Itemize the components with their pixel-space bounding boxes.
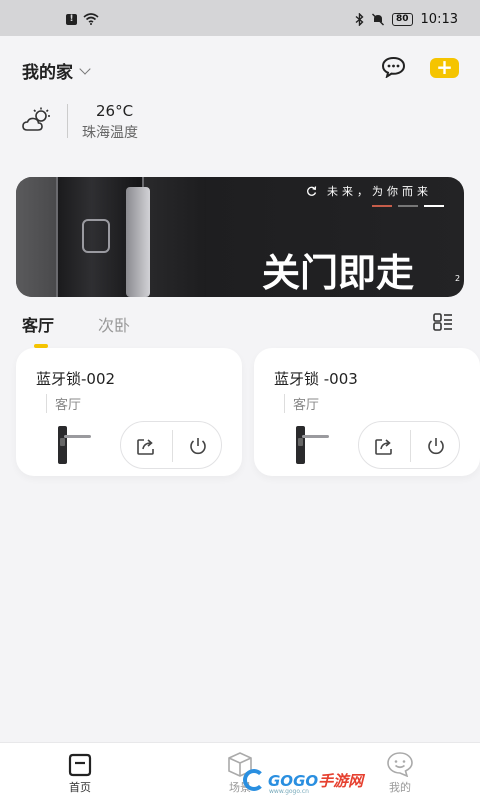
device-actions: [120, 421, 222, 469]
banner-tagline: 未来，为你而来: [306, 183, 432, 199]
chevron-down-icon: [79, 62, 91, 75]
status-time: 10:13: [420, 12, 458, 27]
promo-banner[interactable]: 未来，为你而来 关门即走 2: [16, 177, 464, 297]
home-selector[interactable]: 我的家: [22, 58, 91, 83]
profile-face-icon: [387, 752, 413, 777]
nav-mine[interactable]: 我的: [370, 751, 430, 795]
message-icon[interactable]: [381, 56, 406, 78]
banner-pagination: [372, 205, 444, 207]
add-device-button[interactable]: +: [430, 57, 459, 78]
tab-label: 次卧: [98, 316, 131, 335]
share-icon[interactable]: [134, 434, 158, 458]
home-icon: [68, 753, 92, 777]
battery-indicator: 80: [392, 13, 413, 26]
nav-mine-label: 我的: [389, 781, 411, 794]
banner-page-number: 2: [455, 274, 461, 283]
banner-headline: 关门即走: [262, 251, 415, 295]
power-icon[interactable]: [424, 434, 448, 458]
status-bar: ! 80 10:13: [0, 0, 480, 36]
home-name: 我的家: [22, 63, 73, 83]
room-tabs: 客厅 次卧: [22, 312, 130, 348]
share-icon[interactable]: [372, 434, 396, 458]
bottom-nav: 首页 场景 我的: [0, 742, 480, 800]
watermark-brand-suffix: 手游网: [318, 771, 364, 790]
status-left: !: [66, 13, 99, 25]
device-card[interactable]: 蓝牙锁-002 客厅: [16, 348, 242, 476]
partly-cloudy-icon: [22, 107, 50, 131]
watermark-logo: GOGO手游网 www.gogo.cn: [243, 766, 364, 795]
device-room: 客厅: [284, 394, 319, 413]
notification-alert-icon: !: [66, 13, 77, 25]
pagination-dot: [424, 205, 444, 207]
nav-home[interactable]: 首页: [50, 751, 110, 795]
banner-tagline-text: 未来，为你而来: [327, 185, 432, 198]
watermark-g-icon: [243, 769, 265, 791]
tab-living-room[interactable]: 客厅: [22, 312, 55, 348]
header: 我的家 +: [0, 36, 480, 100]
tab-label: 客厅: [22, 316, 55, 335]
power-icon[interactable]: [186, 434, 210, 458]
refresh-icon: [307, 185, 317, 196]
nav-home-label: 首页: [69, 781, 91, 794]
grid-view-icon[interactable]: [433, 313, 453, 331]
device-room: 客厅: [46, 394, 81, 413]
device-name: 蓝牙锁-002: [36, 370, 116, 388]
pagination-dot: [398, 205, 418, 207]
temperature-location-label: 珠海温度: [82, 125, 138, 141]
actions-divider: [410, 430, 411, 462]
actions-divider: [172, 430, 173, 462]
watermark-url: www.gogo.cn: [269, 788, 309, 795]
door-lock-icon: [58, 426, 91, 464]
mute-bell-icon: [372, 13, 384, 26]
bluetooth-icon: [355, 13, 364, 26]
fingerprint-sensor-graphic: [82, 219, 110, 253]
watermark-brand-prefix: GOGO: [268, 771, 319, 790]
device-card[interactable]: 蓝牙锁 -003 客厅: [254, 348, 480, 476]
door-lock-icon: [296, 426, 329, 464]
device-name: 蓝牙锁 -003: [274, 370, 358, 388]
lock-handle-graphic: [126, 187, 150, 297]
wifi-icon: [83, 13, 99, 25]
weather-divider: [67, 104, 68, 138]
pagination-dot: [372, 205, 392, 207]
status-right: 80 10:13: [355, 12, 458, 27]
temperature-value: 26°C: [96, 102, 134, 120]
device-actions: [358, 421, 460, 469]
tab-second-bedroom[interactable]: 次卧: [98, 312, 130, 336]
